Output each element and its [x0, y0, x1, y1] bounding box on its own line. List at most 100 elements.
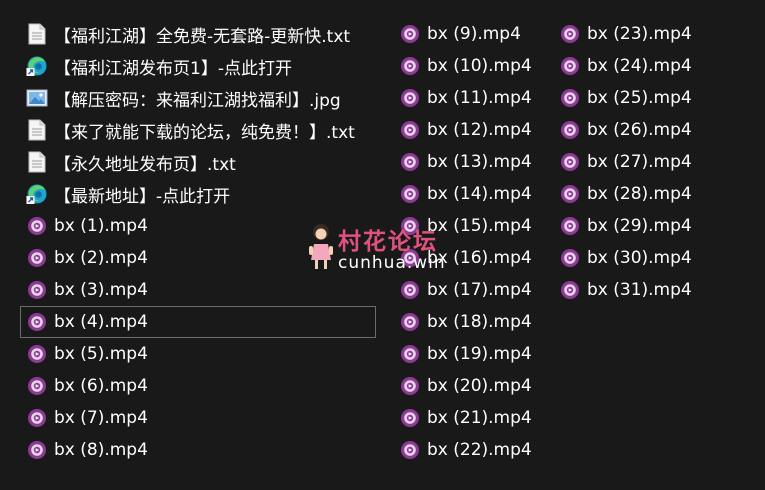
video-file-icon: [399, 151, 421, 173]
file-item[interactable]: bx (6).mp4: [20, 370, 376, 402]
file-name: bx (22).mp4: [427, 440, 532, 460]
file-name: bx (25).mp4: [587, 88, 692, 108]
video-file-icon: [559, 87, 581, 109]
watermark-subtitle: cunhua.win: [338, 253, 446, 273]
file-item[interactable]: bx (22).mp4: [393, 434, 549, 466]
file-item[interactable]: 【最新地址】-点此打开: [20, 178, 376, 210]
video-file-icon: [26, 343, 48, 365]
file-item[interactable]: 【永久地址发布页】.txt: [20, 146, 376, 178]
file-name: bx (4).mp4: [54, 312, 148, 332]
file-item[interactable]: 【来了就能下载的论坛，纯免费！】.txt: [20, 114, 376, 146]
video-file-icon: [399, 439, 421, 461]
video-file-icon: [399, 23, 421, 45]
video-file-icon: [26, 311, 48, 333]
file-name: bx (1).mp4: [54, 216, 148, 236]
file-name: bx (29).mp4: [587, 216, 692, 236]
file-name: 【最新地址】-点此打开: [54, 186, 231, 207]
video-file-icon: [399, 87, 421, 109]
file-name: bx (11).mp4: [427, 88, 532, 108]
file-name: bx (2).mp4: [54, 248, 148, 268]
image-file-icon: [26, 87, 48, 109]
file-item[interactable]: bx (18).mp4: [393, 306, 549, 338]
file-name: bx (8).mp4: [54, 440, 148, 460]
file-item[interactable]: bx (14).mp4: [393, 178, 549, 210]
file-name: bx (23).mp4: [587, 24, 692, 44]
file-item[interactable]: bx (10).mp4: [393, 50, 549, 82]
file-item[interactable]: bx (5).mp4: [20, 338, 376, 370]
file-item[interactable]: bx (21).mp4: [393, 402, 549, 434]
file-name: bx (24).mp4: [587, 56, 692, 76]
watermark-title: 村花论坛: [338, 229, 438, 255]
video-file-icon: [559, 151, 581, 173]
file-item[interactable]: bx (17).mp4: [393, 274, 549, 306]
file-name: bx (13).mp4: [427, 152, 532, 172]
video-file-icon: [26, 407, 48, 429]
file-name: bx (14).mp4: [427, 184, 532, 204]
file-name: bx (30).mp4: [587, 248, 692, 268]
file-name: 【福利江湖发布页1】-点此打开: [54, 58, 292, 79]
video-file-icon: [399, 407, 421, 429]
file-name: bx (31).mp4: [587, 280, 692, 300]
file-name: bx (21).mp4: [427, 408, 532, 428]
video-file-icon: [399, 279, 421, 301]
video-file-icon: [26, 439, 48, 461]
girl-mascot-icon: [306, 222, 336, 274]
edge-shortcut-icon: [26, 183, 48, 205]
file-item[interactable]: bx (7).mp4: [20, 402, 376, 434]
file-item[interactable]: bx (20).mp4: [393, 370, 549, 402]
video-file-icon: [399, 119, 421, 141]
file-name: bx (3).mp4: [54, 280, 148, 300]
video-file-icon: [26, 215, 48, 237]
file-name: bx (6).mp4: [54, 376, 148, 396]
file-name: 【永久地址发布页】.txt: [54, 154, 236, 175]
video-file-icon: [559, 55, 581, 77]
file-item[interactable]: bx (23).mp4: [553, 18, 713, 50]
file-item[interactable]: bx (13).mp4: [393, 146, 549, 178]
file-item[interactable]: 【解压密码：来福利江湖找福利】.jpg: [20, 82, 376, 114]
text-file-icon: [26, 23, 48, 45]
file-item[interactable]: bx (28).mp4: [553, 178, 713, 210]
text-file-icon: [26, 119, 48, 141]
file-item[interactable]: 【福利江湖发布页1】-点此打开: [20, 50, 376, 82]
file-name: bx (18).mp4: [427, 312, 532, 332]
file-item[interactable]: bx (24).mp4: [553, 50, 713, 82]
video-file-icon: [399, 311, 421, 333]
file-item[interactable]: 【福利江湖】全免费-无套路-更新快.txt: [20, 18, 376, 50]
file-name: bx (17).mp4: [427, 280, 532, 300]
video-file-icon: [559, 119, 581, 141]
file-name: bx (28).mp4: [587, 184, 692, 204]
file-name: bx (5).mp4: [54, 344, 148, 364]
file-item[interactable]: bx (31).mp4: [553, 274, 713, 306]
video-file-icon: [399, 343, 421, 365]
video-file-icon: [26, 279, 48, 301]
video-file-icon: [559, 183, 581, 205]
file-item[interactable]: bx (8).mp4: [20, 434, 376, 466]
video-file-icon: [26, 247, 48, 269]
file-item[interactable]: bx (12).mp4: [393, 114, 549, 146]
video-file-icon: [26, 375, 48, 397]
video-file-icon: [559, 247, 581, 269]
file-name: bx (9).mp4: [427, 24, 521, 44]
file-item[interactable]: bx (9).mp4: [393, 18, 549, 50]
file-item[interactable]: bx (25).mp4: [553, 82, 713, 114]
video-file-icon: [559, 23, 581, 45]
file-item[interactable]: bx (11).mp4: [393, 82, 549, 114]
file-name: bx (20).mp4: [427, 376, 532, 396]
file-name: bx (12).mp4: [427, 120, 532, 140]
file-name: bx (26).mp4: [587, 120, 692, 140]
file-item[interactable]: bx (27).mp4: [553, 146, 713, 178]
file-item[interactable]: bx (4).mp4: [20, 306, 376, 338]
video-file-icon: [399, 55, 421, 77]
text-file-icon: [26, 151, 48, 173]
file-item[interactable]: bx (29).mp4: [553, 210, 713, 242]
watermark: 村花论坛 cunhua.win: [306, 222, 466, 274]
file-column-3: bx (23).mp4 bx (24).mp4 bx (25).mp4 bx (26)…: [553, 18, 713, 306]
file-name: bx (7).mp4: [54, 408, 148, 428]
file-item[interactable]: bx (19).mp4: [393, 338, 549, 370]
video-file-icon: [559, 215, 581, 237]
file-item[interactable]: bx (26).mp4: [553, 114, 713, 146]
file-name: bx (10).mp4: [427, 56, 532, 76]
file-name: bx (19).mp4: [427, 344, 532, 364]
file-item[interactable]: bx (30).mp4: [553, 242, 713, 274]
file-item[interactable]: bx (3).mp4: [20, 274, 376, 306]
